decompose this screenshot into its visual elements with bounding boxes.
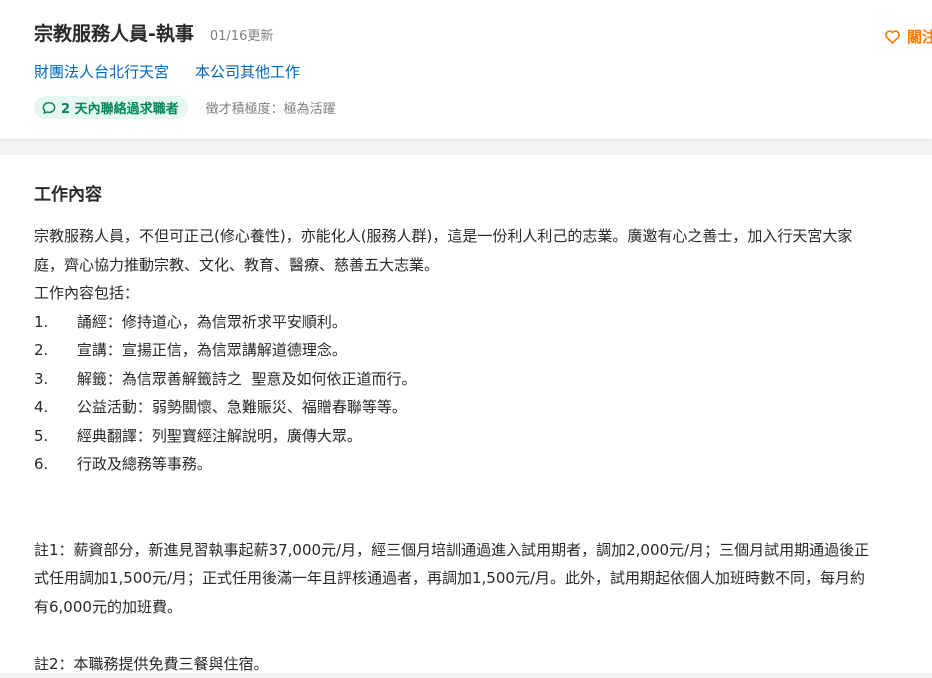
job-header: 宗教服務人員-執事 01/16更新 關注 財團法人台北行天宮 本公司其他工作 2… — [0, 0, 932, 139]
company-link[interactable]: 財團法人台北行天宮 — [34, 61, 169, 82]
section-title: 工作內容 — [34, 185, 102, 205]
title-row: 宗教服務人員-執事 01/16更新 — [34, 19, 273, 47]
other-jobs-link[interactable]: 本公司其他工作 — [195, 61, 300, 82]
job-description: 宗教服務人員，不但可正己(修心養性)，亦能化人(服務人群)，這是一份利人利己的志… — [34, 227, 870, 673]
chat-bubble-icon — [42, 101, 56, 114]
meta-row: 2 天內聯絡過求職者 徵才積極度：極為活躍 — [34, 96, 336, 119]
contact-badge-text: 2 天內聯絡過求職者 — [61, 102, 179, 117]
heart-icon — [885, 30, 900, 44]
follow-button[interactable]: 關注 — [884, 26, 932, 47]
follow-label: 關注 — [907, 28, 932, 46]
job-content-section: 工作內容 宗教服務人員，不但可正己(修心養性)，亦能化人(服務人群)，這是一份利… — [0, 155, 932, 673]
activity-level: 徵才積極度：極為活躍 — [205, 102, 336, 117]
job-title: 宗教服務人員-執事 — [34, 23, 194, 45]
update-date: 01/16更新 — [209, 29, 274, 44]
company-row: 財團法人台北行天宮 本公司其他工作 — [34, 61, 300, 82]
contact-badge: 2 天內聯絡過求職者 — [34, 96, 188, 119]
